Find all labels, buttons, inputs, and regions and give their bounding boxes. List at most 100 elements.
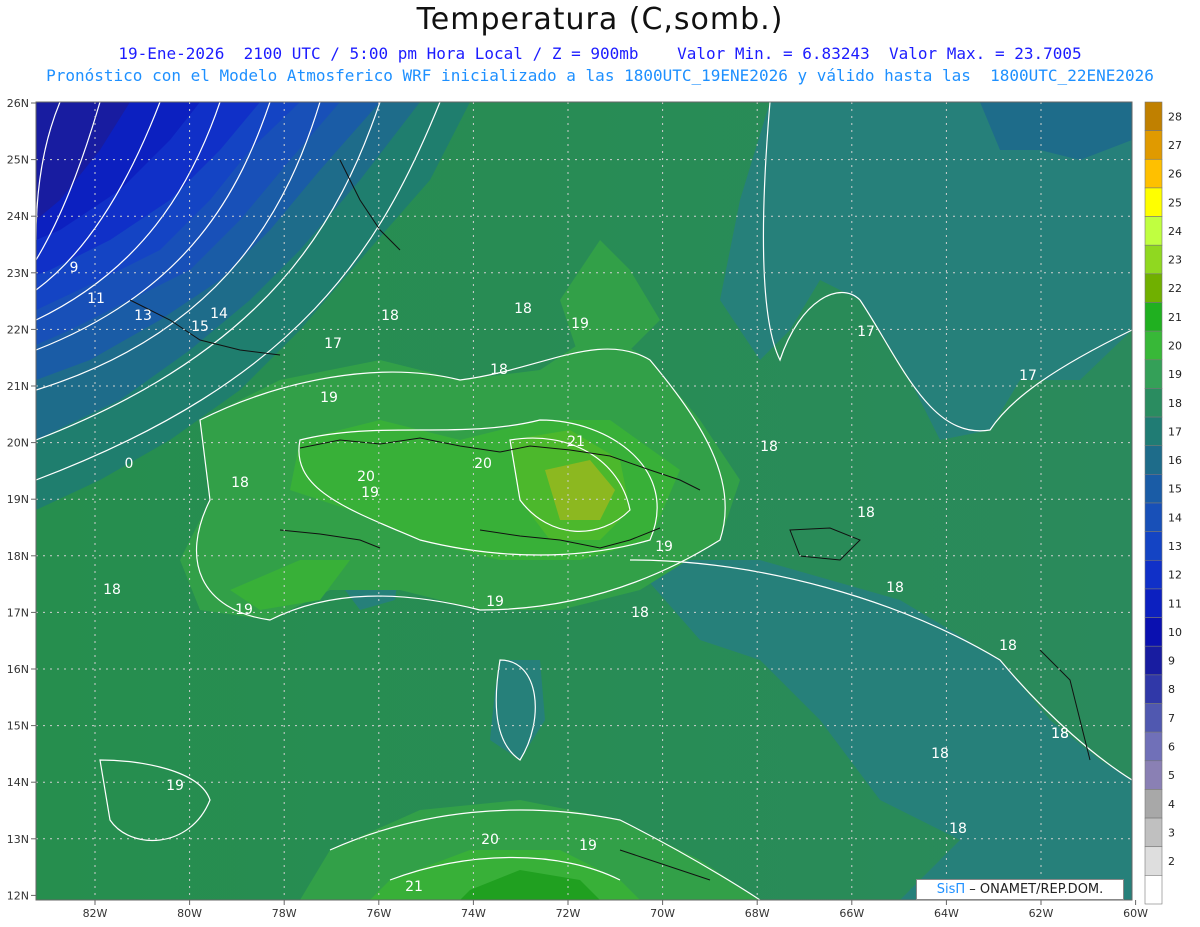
lon-tick-label: 78W — [272, 907, 297, 920]
colorbar-label: 6 — [1168, 740, 1175, 753]
contour-label: 11 — [87, 291, 105, 307]
colorbar-label: 11 — [1168, 597, 1182, 610]
colorbar-swatch — [1144, 388, 1163, 418]
colorbar-label: 9 — [1168, 655, 1175, 668]
colorbar-label: 8 — [1168, 683, 1175, 696]
colorbar-label: 17 — [1168, 425, 1182, 438]
colorbar-label: 7 — [1168, 712, 1175, 725]
colorbar-swatch — [1144, 559, 1163, 590]
credit-text: – ONAMET/REP.DOM. — [965, 882, 1104, 897]
colorbar-swatch — [1144, 474, 1163, 504]
colorbar-label: 18 — [1168, 397, 1182, 410]
colorbar-label: 2 — [1168, 855, 1175, 868]
colorbar-label: 14 — [1168, 511, 1182, 524]
contour-label: 19 — [235, 602, 253, 618]
contour-label: 19 — [486, 594, 504, 610]
contour-label: 13 — [134, 308, 152, 324]
colorbar-swatch — [1144, 216, 1163, 246]
contour-label: 15 — [191, 319, 209, 335]
sispi-logo-text: SisΠ — [936, 882, 966, 897]
contour-label: 18 — [949, 821, 967, 837]
colorbar-label: 25 — [1168, 196, 1182, 209]
colorbar-swatch — [1144, 846, 1163, 876]
contour-label: 18 — [886, 580, 904, 596]
lon-tick-label: 80W — [177, 907, 202, 920]
colorbar-swatch — [1144, 703, 1163, 733]
colorbar-swatch — [1144, 359, 1163, 389]
contour-label: 18 — [381, 308, 399, 324]
lon-tick-label: 72W — [556, 907, 581, 920]
colorbar-swatch — [1144, 875, 1163, 905]
colorbar-swatch — [1144, 645, 1163, 676]
lat-tick-label: 15N — [7, 720, 29, 733]
colorbar-swatch — [1144, 244, 1163, 275]
contour-label: 9 — [70, 260, 79, 276]
colorbar-swatch — [1144, 273, 1163, 303]
colorbar-swatch — [1144, 502, 1163, 532]
contour-label: 17 — [857, 324, 875, 340]
colorbar-swatch — [1144, 789, 1163, 819]
contour-label: 19 — [361, 485, 379, 501]
lat-tick-label: 22N — [7, 323, 29, 336]
contour-label: 17 — [324, 336, 342, 352]
lon-tick-label: 82W — [83, 907, 108, 920]
credit-box: SisΠ – ONAMET/REP.DOM. — [916, 879, 1124, 900]
longitude-axis: 82W 80W 78W 76W 74W 72W 70W 68W 66W 64W 62W 60W — [83, 900, 1148, 920]
contour-label: 18 — [857, 505, 875, 521]
colorbar-label: 3 — [1168, 826, 1175, 839]
contour-label: 19 — [579, 838, 597, 854]
lat-tick-label: 17N — [7, 606, 29, 619]
lon-tick-label: 66W — [839, 907, 864, 920]
temperature-map: 91113 14151718 181918171719212020191818180… — [7, 97, 1182, 920]
colorbar-label: 15 — [1168, 483, 1182, 496]
colorbar-swatch — [1144, 674, 1163, 704]
contour-label: 18 — [760, 439, 778, 455]
contour-label: 21 — [405, 879, 423, 895]
lon-tick-label: 70W — [650, 907, 675, 920]
lat-tick-label: 23N — [7, 267, 29, 280]
lat-tick-label: 18N — [7, 550, 29, 563]
colorbar-label: 21 — [1168, 311, 1182, 324]
colorbar-swatch — [1144, 617, 1163, 647]
colorbar-swatch — [1144, 760, 1163, 790]
contour-label: 18 — [999, 638, 1017, 654]
colorbar-label: 10 — [1168, 626, 1182, 639]
lat-tick-label: 26N — [7, 97, 29, 110]
lat-tick-label: 21N — [7, 380, 29, 393]
lat-tick-label: 16N — [7, 663, 29, 676]
lat-tick-label: 14N — [7, 776, 29, 789]
lat-tick-label: 13N — [7, 833, 29, 846]
contour-label: 14 — [210, 306, 228, 322]
colorbar-label: 26 — [1168, 168, 1182, 181]
lat-tick-label: 20N — [7, 437, 29, 450]
colorbar-swatch — [1144, 187, 1163, 217]
contour-label: 18 — [490, 362, 508, 378]
lat-tick-label: 25N — [7, 154, 29, 167]
contour-label: 18 — [931, 746, 949, 762]
lat-tick-label: 24N — [7, 210, 29, 223]
contour-label: 20 — [474, 456, 492, 472]
colorbar-swatch — [1144, 416, 1163, 447]
contour-label: 18 — [631, 605, 649, 621]
lon-tick-label: 68W — [745, 907, 770, 920]
colorbar-swatch — [1144, 731, 1163, 762]
contour-label: 19 — [320, 390, 338, 406]
colorbar-swatch — [1144, 531, 1163, 561]
lat-tick-label: 12N — [7, 889, 29, 902]
contour-label: 0 — [125, 456, 134, 472]
contour-label: 18 — [1051, 726, 1069, 742]
colorbar-swatch — [1144, 445, 1163, 475]
colorbar-label: 5 — [1168, 769, 1175, 782]
colorbar-label: 28 — [1168, 110, 1182, 123]
colorbar-label: 12 — [1168, 569, 1182, 582]
map-plot-area: 91113 14151718 181918171719212020191818180… — [36, 102, 1132, 900]
colorbar-swatch — [1144, 817, 1163, 848]
contour-label: 18 — [103, 582, 121, 598]
contour-label: 19 — [655, 539, 673, 555]
lon-tick-label: 62W — [1029, 907, 1054, 920]
colorbar-label: 16 — [1168, 454, 1182, 467]
colorbar-label: 27 — [1168, 139, 1182, 152]
colorbar-label: 23 — [1168, 254, 1182, 267]
lon-tick-label: 60W — [1123, 907, 1148, 920]
lon-tick-label: 76W — [366, 907, 391, 920]
